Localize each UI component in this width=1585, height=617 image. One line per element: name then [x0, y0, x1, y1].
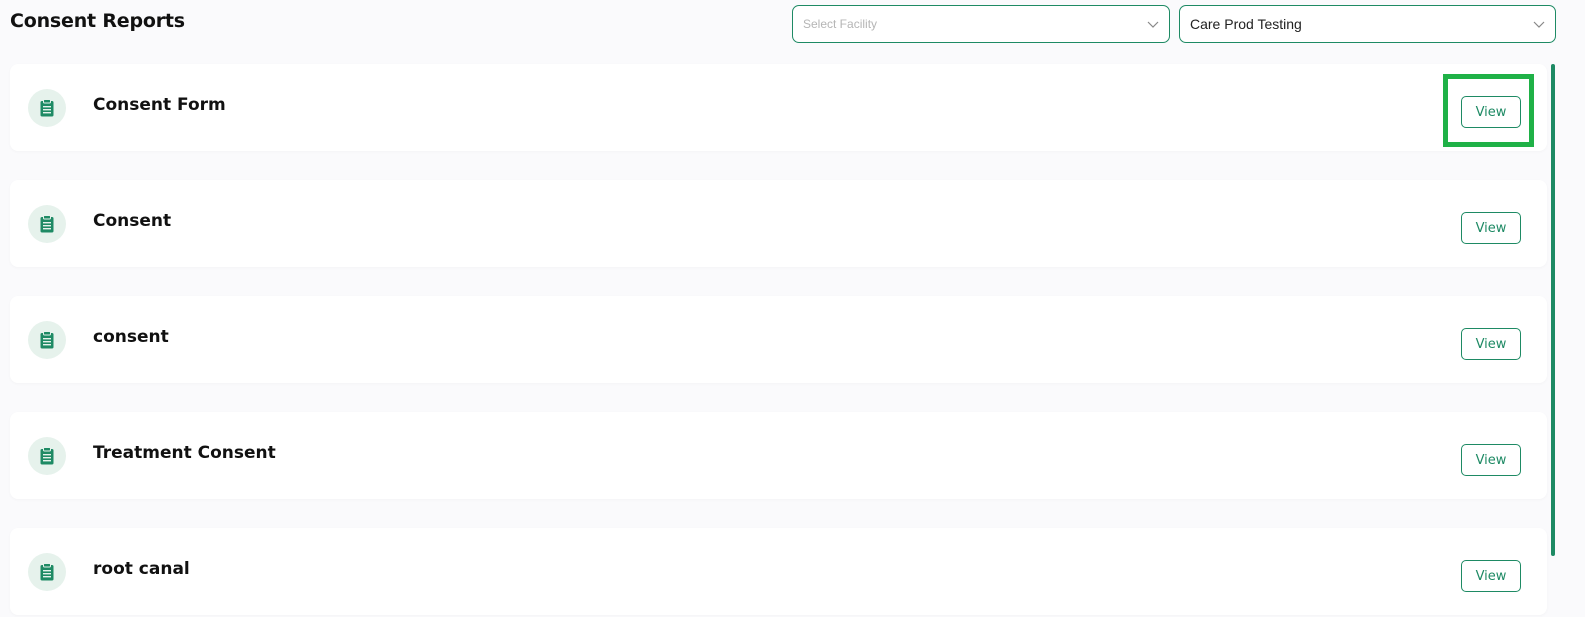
clipboard-icon — [28, 89, 66, 127]
page-title: Consent Reports — [10, 10, 185, 32]
clipboard-icon — [28, 553, 66, 591]
scrollbar[interactable] — [1551, 64, 1555, 556]
page-header: Consent Reports Select Facility Care Pro… — [0, 0, 1585, 50]
chevron-down-icon — [1147, 21, 1159, 28]
organization-select[interactable]: Care Prod Testing — [1179, 5, 1556, 43]
report-card: consent View — [10, 296, 1547, 383]
view-button[interactable]: View — [1461, 444, 1521, 476]
facility-select-placeholder: Select Facility — [803, 17, 878, 31]
report-card: root canal View — [10, 528, 1547, 615]
report-name: Consent — [93, 211, 172, 231]
clipboard-icon — [28, 321, 66, 359]
clipboard-icon — [28, 205, 66, 243]
chevron-down-icon — [1533, 21, 1545, 28]
report-name: Consent Form — [93, 95, 226, 115]
organization-select-value: Care Prod Testing — [1190, 16, 1302, 32]
report-name: Treatment Consent — [93, 443, 276, 463]
report-name: consent — [93, 327, 169, 347]
view-button[interactable]: View — [1461, 328, 1521, 360]
view-button[interactable]: View — [1461, 560, 1521, 592]
view-button[interactable]: View — [1461, 212, 1521, 244]
consent-reports-page: Consent Reports Select Facility Care Pro… — [0, 0, 1585, 617]
report-card: Consent Form View — [10, 64, 1547, 151]
report-list: Consent Form View Consent View consent V… — [10, 64, 1547, 617]
report-name: root canal — [93, 559, 190, 579]
facility-select[interactable]: Select Facility — [792, 5, 1170, 43]
view-button[interactable]: View — [1461, 96, 1521, 128]
clipboard-icon — [28, 437, 66, 475]
report-card: Treatment Consent View — [10, 412, 1547, 499]
report-card: Consent View — [10, 180, 1547, 267]
